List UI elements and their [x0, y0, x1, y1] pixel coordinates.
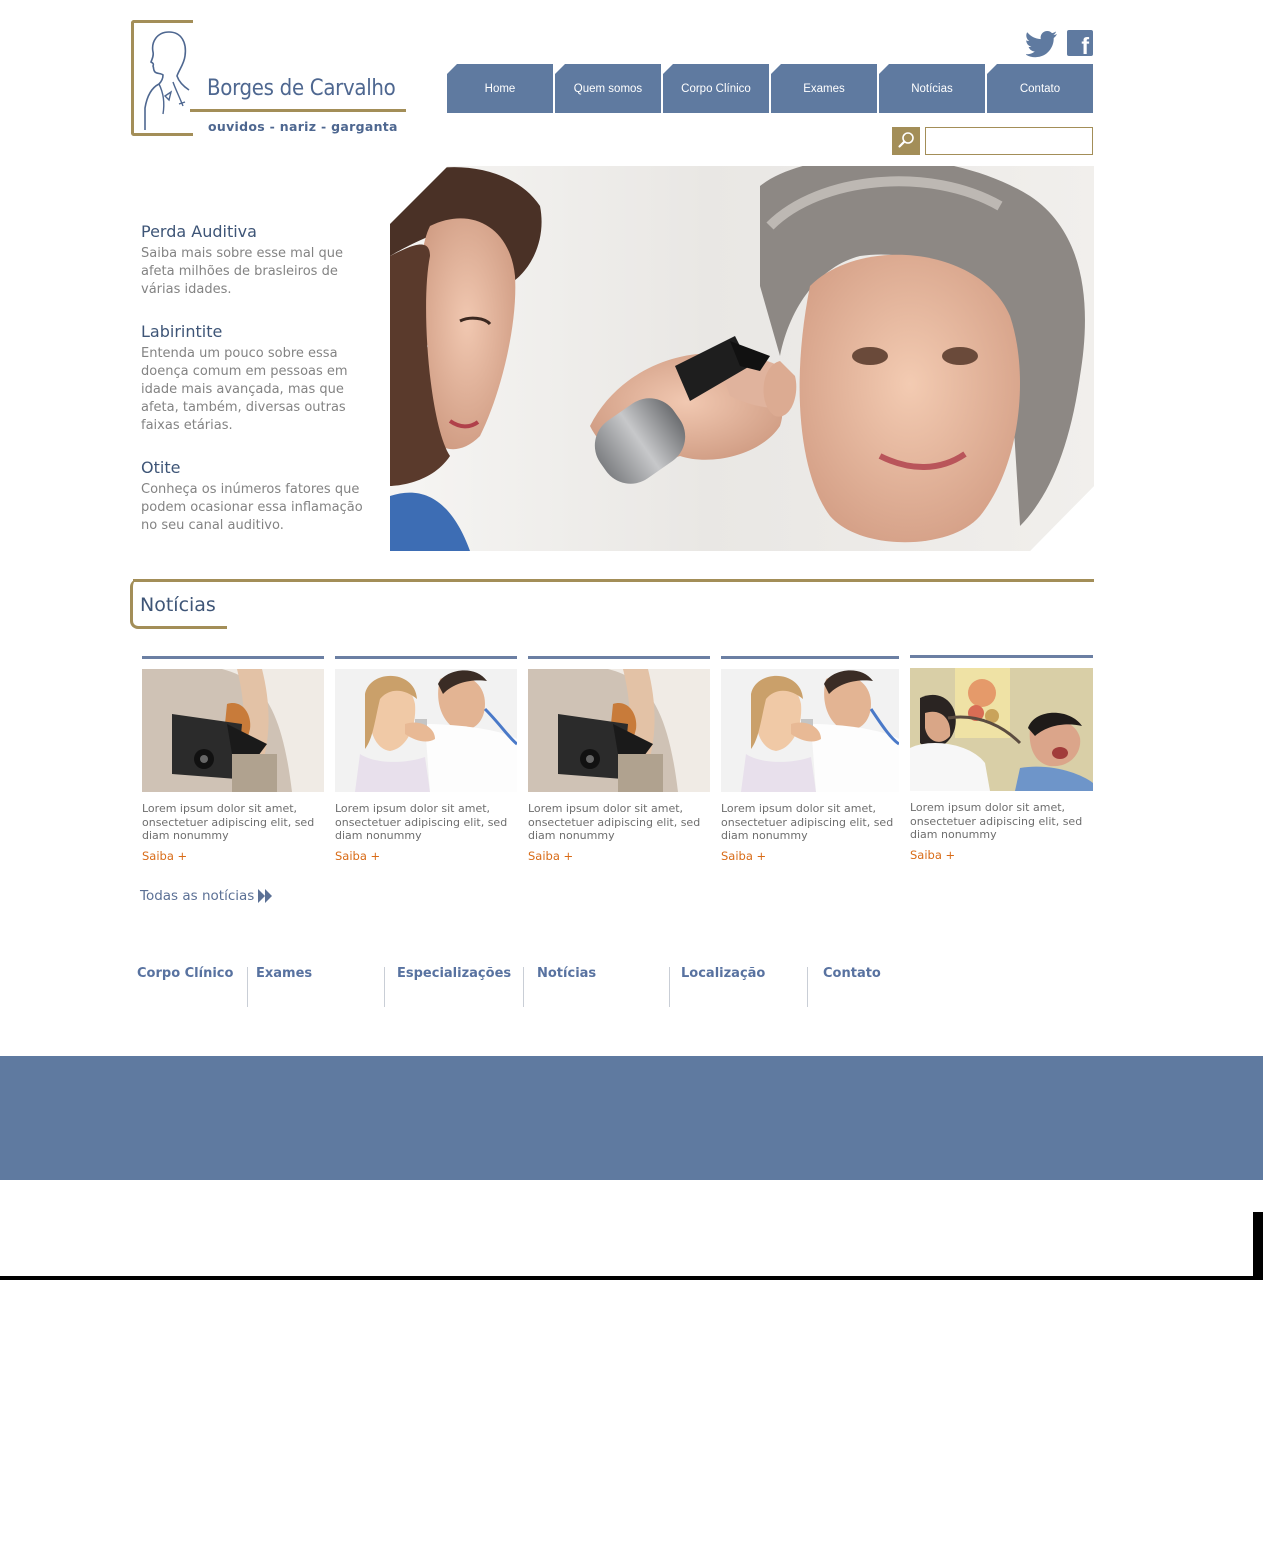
- footer-band: [0, 1056, 1263, 1180]
- news-thumbnail[interactable]: [142, 669, 324, 792]
- read-more-link[interactable]: Saiba +: [528, 849, 710, 863]
- otoscope-photo: [528, 669, 710, 792]
- topic-text: Saiba mais sobre esse mal que afeta milh…: [141, 246, 344, 297]
- doctor-child-photo: [335, 669, 517, 792]
- news-card[interactable]: Lorem ipsum dolor sit amet, onsectetuer …: [528, 656, 710, 863]
- nav-home[interactable]: Home: [447, 64, 553, 113]
- nav-noticias[interactable]: Notícias: [879, 64, 985, 113]
- all-news-label[interactable]: Todas as notícias: [140, 888, 254, 904]
- footer-divider: [807, 967, 808, 1007]
- footer-link-corpo-clinico[interactable]: Corpo Clínico: [137, 966, 233, 981]
- brand-name: Borges de Carvalho: [207, 76, 396, 101]
- footer-divider: [384, 967, 385, 1007]
- news-card[interactable]: Lorem ipsum dolor sit amet, onsectetuer …: [142, 656, 324, 863]
- footer-link-contato[interactable]: Contato: [823, 966, 881, 981]
- topic-text: Conheça os inúmeros fatores que podem oc…: [141, 482, 363, 533]
- nav-quem-somos[interactable]: Quem somos: [555, 64, 661, 113]
- news-thumbnail[interactable]: [910, 668, 1093, 791]
- news-thumbnail[interactable]: [721, 669, 899, 792]
- topic-title[interactable]: Labirintite: [141, 322, 376, 341]
- hero-image: [390, 166, 1094, 551]
- news-text: Lorem ipsum dolor sit amet, onsectetuer …: [142, 802, 315, 842]
- otoscope-photo: [142, 669, 324, 792]
- search-icon: [898, 132, 914, 148]
- all-news-link[interactable]: Todas as notícias: [140, 888, 273, 904]
- news-card-bar: [142, 656, 324, 659]
- news-card-bar: [528, 656, 710, 659]
- read-more-link[interactable]: Saiba +: [142, 849, 324, 863]
- news-section-title: Notícias: [140, 594, 216, 616]
- search-button[interactable]: [892, 127, 920, 155]
- twitter-icon[interactable]: [1026, 30, 1058, 58]
- news-card-bar: [910, 655, 1093, 658]
- topic-title[interactable]: Otite: [141, 458, 376, 477]
- footer-link-exames[interactable]: Exames: [256, 966, 312, 981]
- footer-divider: [669, 967, 670, 1007]
- search-input[interactable]: [925, 127, 1093, 155]
- news-card[interactable]: Lorem ipsum dolor sit amet, onsectetuer …: [335, 656, 517, 863]
- news-text: Lorem ipsum dolor sit amet, onsectetuer …: [528, 802, 701, 842]
- facebook-letter: f: [1081, 33, 1089, 59]
- footer-link-especializacoes[interactable]: Especializações: [397, 966, 511, 981]
- page-edge: [1253, 1212, 1263, 1280]
- main-nav: Home Quem somos Corpo Clínico Exames Not…: [447, 64, 1093, 113]
- topic-otite[interactable]: Otite Conheça os inúmeros fatores que po…: [141, 458, 376, 535]
- nav-corpo-clinico[interactable]: Corpo Clínico: [663, 64, 769, 113]
- section-divider: [133, 579, 1094, 582]
- footer-link-localizacao[interactable]: Localização: [681, 966, 765, 981]
- read-more-link[interactable]: Saiba +: [910, 848, 1093, 862]
- nav-exames[interactable]: Exames: [771, 64, 877, 113]
- news-thumbnail[interactable]: [335, 669, 517, 792]
- doctor-profile-icon: [144, 31, 190, 130]
- footer-divider: [523, 967, 524, 1007]
- throat-exam-photo: [910, 668, 1093, 791]
- news-thumbnail[interactable]: [528, 669, 710, 792]
- topic-title[interactable]: Perda Auditiva: [141, 222, 376, 241]
- nav-contato[interactable]: Contato: [987, 64, 1093, 113]
- footer-divider: [247, 967, 248, 1007]
- site-logo[interactable]: Borges de Carvalho ouvidos - nariz - gar…: [131, 20, 408, 140]
- topic-text: Entenda um pouco sobre essa doença comum…: [141, 346, 348, 433]
- footer-link-noticias[interactable]: Notícias: [537, 966, 596, 981]
- news-card-bar: [335, 656, 517, 659]
- page-bottom-line: [0, 1276, 1263, 1280]
- topic-labirintite[interactable]: Labirintite Entenda um pouco sobre essa …: [141, 322, 376, 435]
- facebook-icon[interactable]: f: [1067, 30, 1093, 59]
- news-text: Lorem ipsum dolor sit amet, onsectetuer …: [335, 802, 508, 842]
- read-more-link[interactable]: Saiba +: [335, 849, 517, 863]
- read-more-link[interactable]: Saiba +: [721, 849, 899, 863]
- news-text: Lorem ipsum dolor sit amet, onsectetuer …: [721, 802, 894, 842]
- ear-exam-illustration: [390, 166, 1094, 551]
- brand-tagline: ouvidos - nariz - garganta: [208, 119, 398, 134]
- topic-perda-auditiva[interactable]: Perda Auditiva Saiba mais sobre esse mal…: [141, 222, 376, 299]
- double-arrow-icon: [258, 889, 273, 903]
- doctor-child-photo: [721, 669, 899, 792]
- news-card[interactable]: Lorem ipsum dolor sit amet, onsectetuer …: [721, 656, 899, 863]
- news-card-bar: [721, 656, 899, 659]
- news-text: Lorem ipsum dolor sit amet, onsectetuer …: [910, 801, 1083, 841]
- news-card[interactable]: Lorem ipsum dolor sit amet, onsectetuer …: [910, 655, 1093, 862]
- logo-underline: [190, 109, 406, 112]
